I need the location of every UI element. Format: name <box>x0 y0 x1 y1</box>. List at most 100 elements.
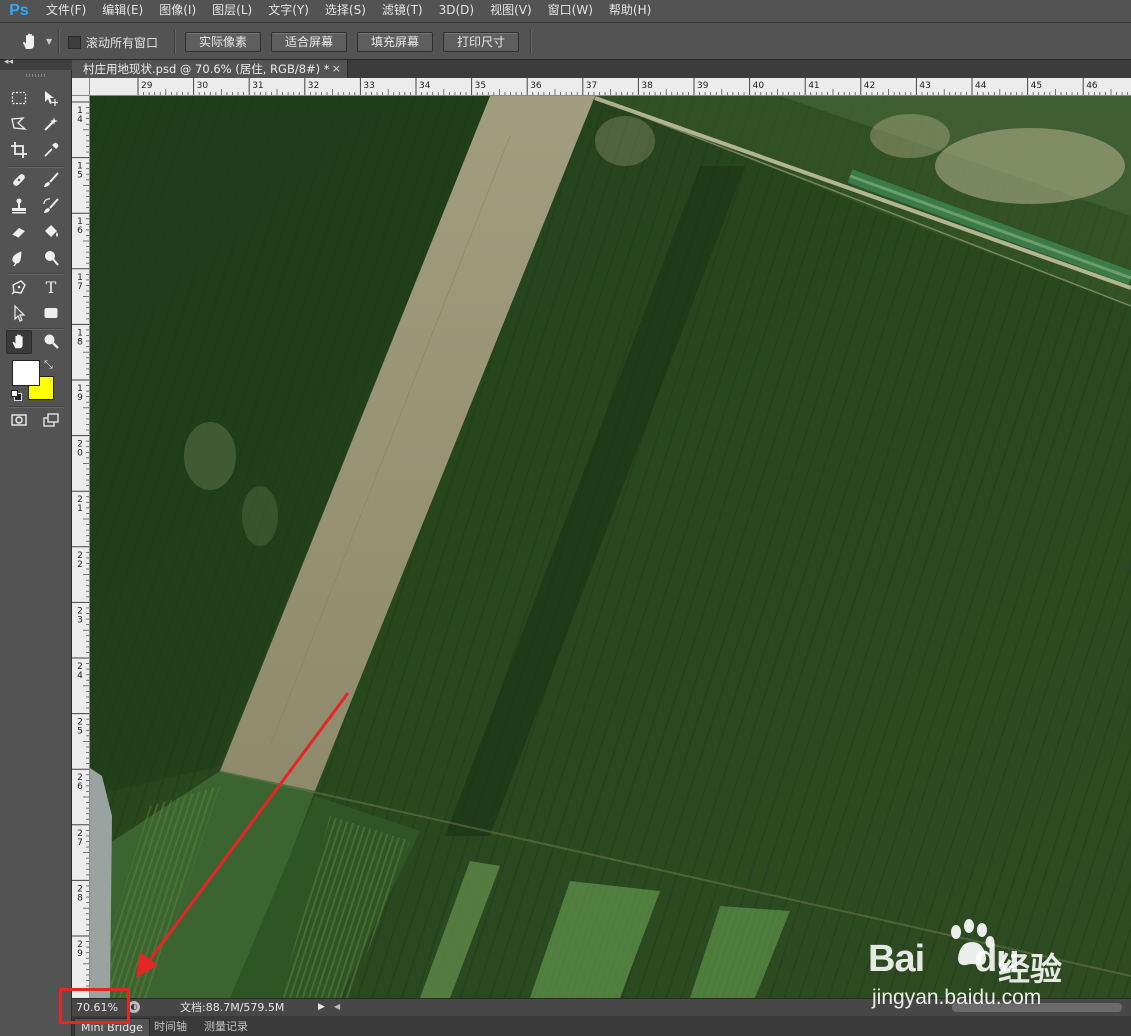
print-size-button[interactable]: 打印尺寸 <box>443 32 519 52</box>
menu-edit[interactable]: 编辑(E) <box>94 0 151 22</box>
lasso-icon <box>11 117 27 130</box>
move-tool[interactable] <box>39 87 63 109</box>
zoom-tool[interactable] <box>39 330 63 352</box>
rectangle-shape-icon <box>44 308 58 318</box>
foreground-color-swatch[interactable] <box>12 360 40 386</box>
horizontal-ruler[interactable]: 29 30 31 32 33 34 35 36 37 38 39 40 41 42 43 44 45 46 <box>90 78 1131 96</box>
ruler-label: 8 <box>77 893 83 903</box>
panel-grip[interactable] <box>26 74 46 77</box>
quick-mask-icon <box>11 414 27 426</box>
default-colors-icon[interactable] <box>11 390 22 401</box>
zoom-highlight-box <box>59 988 130 1024</box>
ruler-label: 2 <box>77 560 83 570</box>
vertical-ruler-ticks: 14151617181920212223242526272829 <box>72 101 89 987</box>
path-selection-tool[interactable] <box>7 302 31 324</box>
tool-preset-dropdown-icon[interactable]: ▼ <box>46 37 52 46</box>
hand-tool[interactable] <box>6 330 32 354</box>
collapse-icon[interactable]: ◂◂ <box>4 57 13 67</box>
pen-icon <box>11 280 26 295</box>
ruler-label: 41 <box>808 81 819 91</box>
menu-help[interactable]: 帮助(H) <box>601 0 659 22</box>
ruler-label: 38 <box>641 81 653 91</box>
ruler-label: 44 <box>975 81 987 91</box>
document-tab-bar: 村庄用地现状.psd @ 70.6% (居住, RGB/8#) * × <box>72 60 1131 78</box>
menu-3d[interactable]: 3D(D) <box>431 0 482 22</box>
document-tab-title: 村庄用地现状.psd @ 70.6% (居住, RGB/8#) * <box>83 62 330 76</box>
clone-stamp-tool[interactable] <box>7 195 31 217</box>
tab-timeline[interactable]: 时间轴 <box>148 1018 193 1036</box>
ruler-label: 7 <box>77 282 83 292</box>
ruler-label: 8 <box>77 337 83 347</box>
ruler-label: 9 <box>77 949 83 959</box>
magic-wand-tool[interactable] <box>39 113 63 135</box>
history-brush-icon <box>43 198 59 213</box>
healing-brush-tool[interactable] <box>7 169 31 191</box>
ruler-label: 42 <box>864 81 875 91</box>
scroll-all-windows-checkbox[interactable] <box>68 36 81 49</box>
eyedropper-tool[interactable] <box>39 139 63 161</box>
blur-tool[interactable] <box>7 247 31 269</box>
menu-file[interactable]: 文件(F) <box>38 0 94 22</box>
hand-icon <box>12 334 23 349</box>
vertical-ruler[interactable]: 14151617181920212223242526272829 <box>72 96 90 998</box>
horizontal-ruler-ticks: 29 30 31 32 33 34 35 36 37 38 39 40 41 42 43 44 45 46 <box>137 78 1129 95</box>
menu-type[interactable]: 文字(Y) <box>260 0 317 22</box>
menu-window[interactable]: 窗口(W) <box>540 0 601 22</box>
lasso-tool[interactable] <box>7 113 31 135</box>
clone-stamp-icon <box>12 198 26 214</box>
watermark-jingyan: 经验 <box>998 950 1063 988</box>
rectangular-marquee-tool[interactable] <box>7 87 31 109</box>
ruler-label: 5 <box>77 171 83 181</box>
menu-view[interactable]: 视图(V) <box>482 0 540 22</box>
watermark-url: jingyan.baidu.com <box>872 986 1042 1009</box>
document-canvas[interactable] <box>90 96 1131 998</box>
crop-tool[interactable] <box>7 139 31 161</box>
fill-screen-button[interactable]: 填充屏幕 <box>357 32 433 52</box>
satellite-image <box>90 96 1131 998</box>
screen-mode-icon <box>43 413 59 427</box>
zoom-icon <box>44 334 59 349</box>
scroll-left-icon[interactable]: ◀ <box>334 1002 340 1011</box>
actual-pixels-button[interactable]: 实际像素 <box>185 32 261 52</box>
ruler-label: 30 <box>197 81 209 91</box>
dodge-tool[interactable] <box>39 247 63 269</box>
status-menu-arrow-icon[interactable]: ▶ <box>318 1002 325 1012</box>
menu-layer[interactable]: 图层(L) <box>204 0 260 22</box>
ruler-label: 4 <box>77 115 83 125</box>
rectangle-shape-tool[interactable] <box>39 302 63 324</box>
screen-mode-button[interactable] <box>39 409 63 431</box>
brush-tool[interactable] <box>39 169 63 191</box>
ruler-label: 43 <box>919 81 930 91</box>
ruler-label: 0 <box>77 449 83 459</box>
healing-brush-icon <box>13 174 25 186</box>
tools-panel-header[interactable]: ◂◂ <box>0 57 72 70</box>
ruler-label: 32 <box>308 81 319 91</box>
history-brush-tool[interactable] <box>39 195 63 217</box>
crop-icon <box>11 142 27 158</box>
tab-measurement-log[interactable]: 测量记录 <box>198 1018 254 1036</box>
rectangular-marquee-icon <box>11 91 27 105</box>
close-tab-icon[interactable]: × <box>332 60 341 78</box>
eraser-tool[interactable] <box>7 221 31 243</box>
menu-image[interactable]: 图像(I) <box>151 0 204 22</box>
pen-tool[interactable] <box>7 276 31 298</box>
paint-bucket-tool[interactable] <box>39 221 63 243</box>
ruler-label: 34 <box>419 81 431 91</box>
eyedropper-icon <box>44 142 59 157</box>
bottom-panel-tabs: Mini Bridge 时间轴 测量记录 <box>72 1016 1131 1036</box>
ruler-label: 9 <box>77 393 83 403</box>
ruler-label: 7 <box>77 838 83 848</box>
quick-mask-button[interactable] <box>7 409 31 431</box>
ruler-label: 3 <box>77 615 83 625</box>
document-tab[interactable]: 村庄用地现状.psd @ 70.6% (居住, RGB/8#) * × <box>72 60 348 78</box>
ruler-label: 4 <box>77 671 83 681</box>
menu-filter[interactable]: 滤镜(T) <box>374 0 431 22</box>
swap-colors-icon[interactable]: ⤡ <box>44 358 53 372</box>
tool-preset-hand-icon[interactable] <box>20 32 42 52</box>
fit-screen-button[interactable]: 适合屏幕 <box>271 32 347 52</box>
brush-icon <box>44 172 59 187</box>
type-tool[interactable]: T <box>39 276 63 298</box>
ruler-origin[interactable] <box>72 78 90 96</box>
menu-select[interactable]: 选择(S) <box>317 0 374 22</box>
ruler-label: 5 <box>77 727 83 737</box>
